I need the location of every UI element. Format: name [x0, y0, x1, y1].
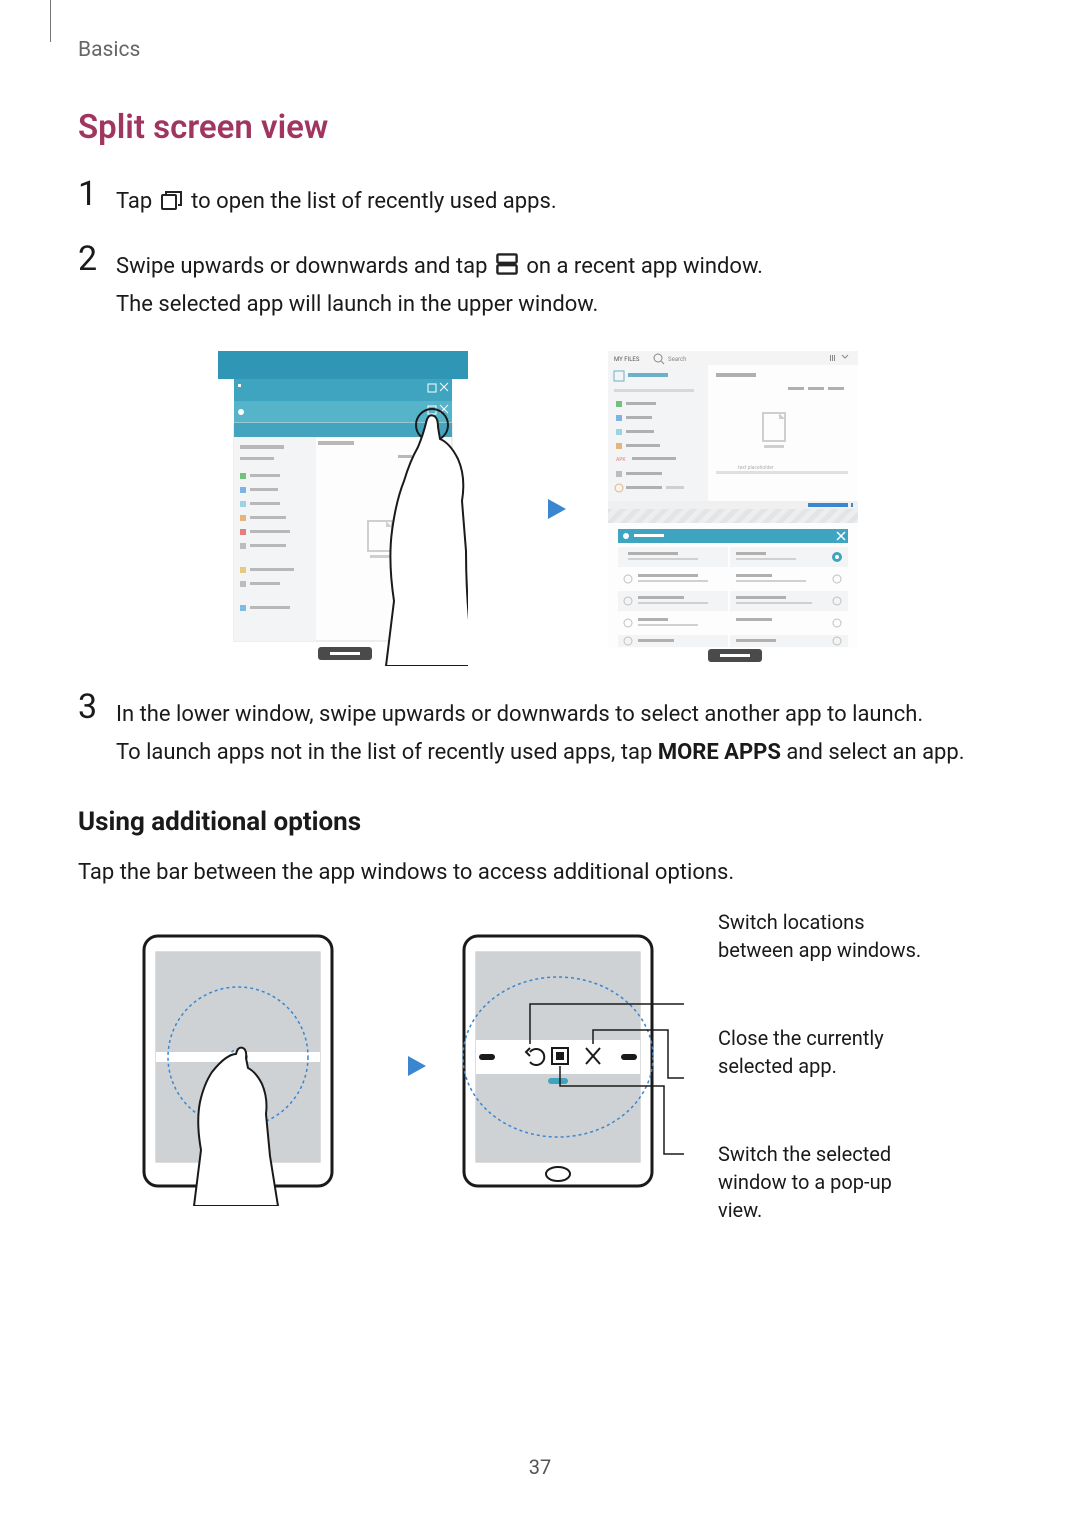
callout-popup-view: Switch the selected window to a pop-up v… — [718, 1140, 938, 1224]
step3-line2-post: and select an app. — [781, 740, 965, 765]
step-number: 1 — [78, 177, 116, 211]
step-number: 2 — [78, 242, 116, 276]
page-title: Split screen view — [78, 108, 998, 147]
svg-text:APK: APK — [616, 457, 626, 463]
step-1: 1 Tap to open the list of recently used … — [78, 183, 998, 220]
options-body-text: Tap the bar between the app windows to a… — [78, 855, 998, 890]
arrow-right-icon — [368, 1051, 428, 1081]
step-3: 3 In the lower window, swipe upwards or … — [78, 696, 998, 771]
figure-split-swipe: MY FILES Search APK — [78, 351, 998, 666]
more-apps-label: MORE APPS — [658, 740, 781, 765]
recent-apps-icon — [160, 186, 184, 206]
section-header: Basics — [78, 38, 140, 62]
svg-text:Search: Search — [668, 356, 686, 363]
step3-line1: In the lower window, swipe upwards or do… — [116, 702, 923, 727]
subheading-additional-options: Using additional options — [78, 807, 998, 837]
svg-text:text placeholder: text placeholder — [738, 465, 774, 471]
step2-text-post: on a recent app window. — [526, 254, 763, 279]
arrow-right-icon — [508, 494, 568, 524]
svg-text:MY FILES: MY FILES — [614, 356, 640, 363]
margin-rule — [50, 0, 51, 42]
callout-close-app: Close the currently selected app. — [718, 1024, 938, 1080]
callout-switch-locations: Switch locations between app windows. — [718, 908, 938, 964]
page-number: 37 — [529, 1455, 551, 1479]
tablet-illustration-right — [458, 926, 688, 1206]
split-screen-icon — [495, 251, 519, 271]
step2-line2: The selected app will launch in the uppe… — [116, 292, 598, 317]
step3-line2-pre: To launch apps not in the list of recent… — [116, 740, 658, 765]
step2-text-pre: Swipe upwards or downwards and tap — [116, 254, 493, 279]
step-number: 3 — [78, 690, 116, 724]
step-2: 2 Swipe upwards or downwards and tap on … — [78, 248, 998, 323]
tablet-illustration-left — [138, 926, 338, 1206]
step1-text-pre: Tap — [116, 189, 158, 214]
step1-text-post: to open the list of recently used apps. — [191, 189, 556, 214]
figure-additional-options: Switch locations between app windows. Cl… — [78, 908, 998, 1224]
tablet-screenshot-left — [218, 351, 468, 666]
tablet-screenshot-right: MY FILES Search APK — [608, 351, 858, 666]
